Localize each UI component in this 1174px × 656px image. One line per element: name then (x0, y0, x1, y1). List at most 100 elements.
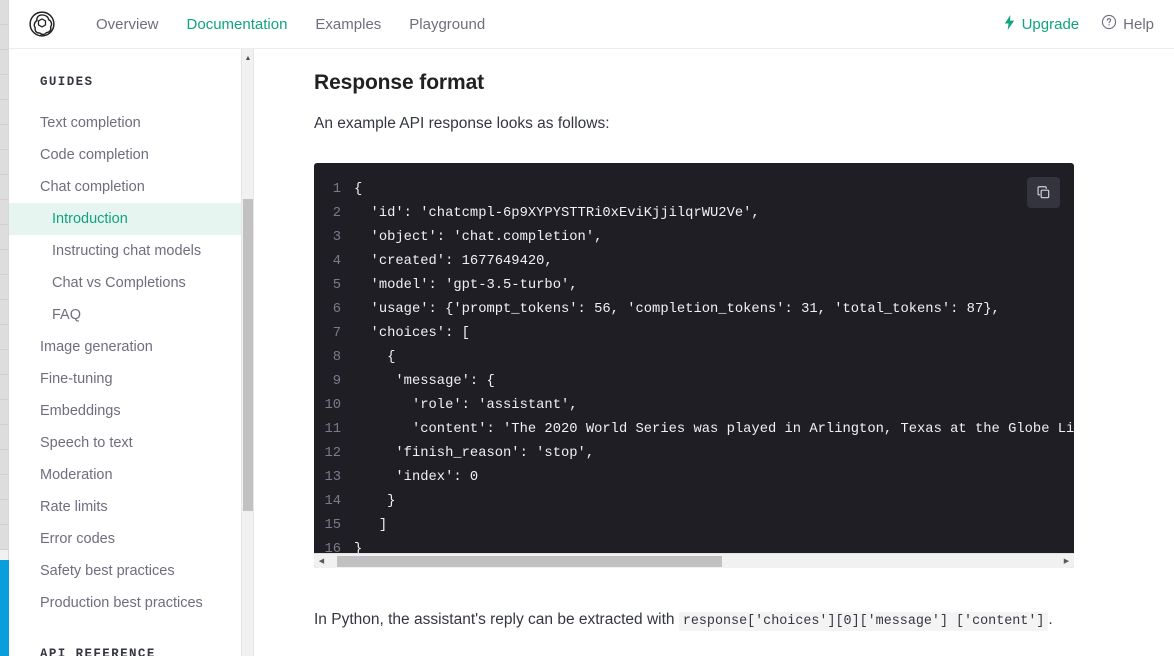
page-scrollbar-segment (0, 375, 8, 400)
code-line: 12 'finish_reason': 'stop', (314, 441, 1074, 465)
page-scrollbar-segment (0, 450, 8, 475)
page-scrollbar-segment (0, 525, 8, 550)
nav-item-overview[interactable]: Overview (82, 10, 173, 39)
page-scrollbar-segment (0, 475, 8, 500)
code-scrollbar-thumb[interactable] (337, 555, 722, 567)
sidebar-item-error-codes[interactable]: Error codes (9, 523, 242, 555)
code-line: 8 { (314, 345, 1074, 369)
sidebar-scrollbar-thumb[interactable] (243, 199, 253, 511)
code-line-text: } (354, 493, 396, 509)
code-line-number: 7 (332, 325, 341, 341)
help-label: Help (1123, 15, 1154, 33)
code-line-number: 13 (324, 469, 341, 485)
page-scrollbar-segment (0, 225, 8, 250)
sidebar-item-safety-best-practices[interactable]: Safety best practices (9, 555, 242, 587)
nav-item-examples[interactable]: Examples (301, 10, 395, 39)
code-line-text: } (354, 541, 363, 554)
page-scrollbar-segment (0, 50, 8, 75)
nav-item-documentation[interactable]: Documentation (173, 10, 302, 39)
page-scrollbar-strip[interactable] (0, 0, 9, 656)
top-header: Overview Documentation Examples Playgrou… (9, 0, 1174, 49)
scroll-up-arrow-icon[interactable]: ▲ (242, 51, 253, 65)
sidebar-item-image-generation[interactable]: Image generation (9, 331, 242, 363)
page-scrollbar-segment (0, 325, 8, 350)
code-line-number: 10 (324, 397, 341, 413)
openai-logo-icon[interactable] (26, 8, 58, 40)
code-lines: 1{2 'id': 'chatcmpl-6p9XYPYSTTRi0xEviKjj… (314, 177, 1074, 554)
lightning-bolt-icon (1003, 14, 1016, 34)
page-scrollbar-segment (0, 350, 8, 375)
sidebar-section-api-reference-title: API REFERENCE (40, 647, 156, 656)
page-scrollbar-segment (0, 150, 8, 175)
page-scrollbar-blue-segment[interactable] (0, 560, 9, 656)
header-actions: Upgrade Help (1003, 14, 1154, 34)
sidebar-item-chat-vs-completions[interactable]: Chat vs Completions (9, 267, 242, 299)
sidebar-item-rate-limits[interactable]: Rate limits (9, 491, 242, 523)
sidebar-item-production-best-practices[interactable]: Production best practices (9, 587, 242, 619)
inline-code-response-path: response['choices'][0]['message'] (678, 612, 953, 631)
code-block: 1{2 'id': 'chatcmpl-6p9XYPYSTTRi0xEviKjj… (314, 163, 1074, 568)
closing-text-suffix: . (1048, 611, 1053, 628)
code-line: 4 'created': 1677649420, (314, 249, 1074, 273)
copy-icon[interactable] (1027, 177, 1060, 208)
sidebar-item-embeddings[interactable]: Embeddings (9, 395, 242, 427)
code-line: 15 ] (314, 513, 1074, 537)
code-line-text: { (354, 349, 396, 365)
sidebar-item-moderation[interactable]: Moderation (9, 459, 242, 491)
code-line-number: 9 (332, 373, 341, 389)
sidebar-item-speech-to-text[interactable]: Speech to text (9, 427, 242, 459)
code-line-text: 'role': 'assistant', (354, 397, 578, 413)
code-line-text: 'choices': [ (354, 325, 470, 341)
sidebar-item-chat-completion[interactable]: Chat completion (9, 171, 242, 203)
code-line: 13 'index': 0 (314, 465, 1074, 489)
sidebar-section-guides-title: GUIDES (40, 75, 94, 89)
code-line-number: 2 (332, 205, 341, 221)
code-line-text: 'model': 'gpt-3.5-turbo', (354, 277, 578, 293)
page-scrollbar-segment (0, 75, 8, 100)
page-scrollbar-segment (0, 0, 8, 25)
code-horizontal-scrollbar[interactable]: ◀ ▶ (314, 553, 1074, 568)
code-line-number: 12 (324, 445, 341, 461)
code-line-number: 3 (332, 229, 341, 245)
code-line: 2 'id': 'chatcmpl-6p9XYPYSTTRi0xEviKjjil… (314, 201, 1074, 225)
code-line-number: 15 (324, 517, 341, 533)
closing-paragraph: In Python, the assistant's reply can be … (314, 607, 1054, 634)
help-button[interactable]: Help (1101, 14, 1154, 34)
sidebar-item-faq[interactable]: FAQ (9, 299, 242, 331)
code-line-text: { (354, 181, 363, 197)
code-line-text: 'id': 'chatcmpl-6p9XYPYSTTRi0xEviKjjilqr… (354, 205, 760, 221)
code-line: 5 'model': 'gpt-3.5-turbo', (314, 273, 1074, 297)
nav-item-playground[interactable]: Playground (395, 10, 499, 39)
code-line-number: 4 (332, 253, 341, 269)
scroll-left-arrow-icon[interactable]: ◀ (314, 554, 329, 569)
sidebar-item-text-completion[interactable]: Text completion (9, 107, 242, 139)
code-line: 3 'object': 'chat.completion', (314, 225, 1074, 249)
code-line-text: 'message': { (354, 373, 495, 389)
main-content: Response format An example API response … (255, 49, 1174, 656)
upgrade-button[interactable]: Upgrade (1003, 14, 1079, 34)
code-line: 10 'role': 'assistant', (314, 393, 1074, 417)
sidebar-item-introduction[interactable]: Introduction (9, 203, 242, 235)
sidebar-item-instructing-chat-models[interactable]: Instructing chat models (9, 235, 242, 267)
code-line-text: 'finish_reason': 'stop', (354, 445, 595, 461)
page-scrollbar-segment (0, 500, 8, 525)
scroll-right-arrow-icon[interactable]: ▶ (1059, 554, 1074, 569)
code-line: 9 'message': { (314, 369, 1074, 393)
code-line-text: 'created': 1677649420, (354, 253, 553, 269)
sidebar-guides-items: Text completion Code completion Chat compl… (9, 107, 242, 619)
sidebar-nav-list: GUIDES Text completion Code completion Cha… (9, 49, 242, 656)
code-scrollbar-track[interactable] (329, 554, 1059, 569)
page-scrollbar-segment (0, 300, 8, 325)
sidebar-scrollbar[interactable]: ▲ (241, 49, 253, 656)
code-line-text: ] (354, 517, 388, 533)
code-line-number: 8 (332, 349, 341, 365)
sidebar-item-fine-tuning[interactable]: Fine-tuning (9, 363, 242, 395)
page-scrollbar-segment (0, 100, 8, 125)
code-line: 6 'usage': {'prompt_tokens': 56, 'comple… (314, 297, 1074, 321)
closing-text-prefix: In Python, the assistant's reply can be … (314, 611, 679, 628)
sidebar: GUIDES Text completion Code completion Cha… (9, 49, 254, 656)
inline-code-content-key: ['content'] (952, 612, 1049, 631)
sidebar-item-code-completion[interactable]: Code completion (9, 139, 242, 171)
code-line: 7 'choices': [ (314, 321, 1074, 345)
code-block-body[interactable]: 1{2 'id': 'chatcmpl-6p9XYPYSTTRi0xEviKjj… (314, 163, 1074, 553)
